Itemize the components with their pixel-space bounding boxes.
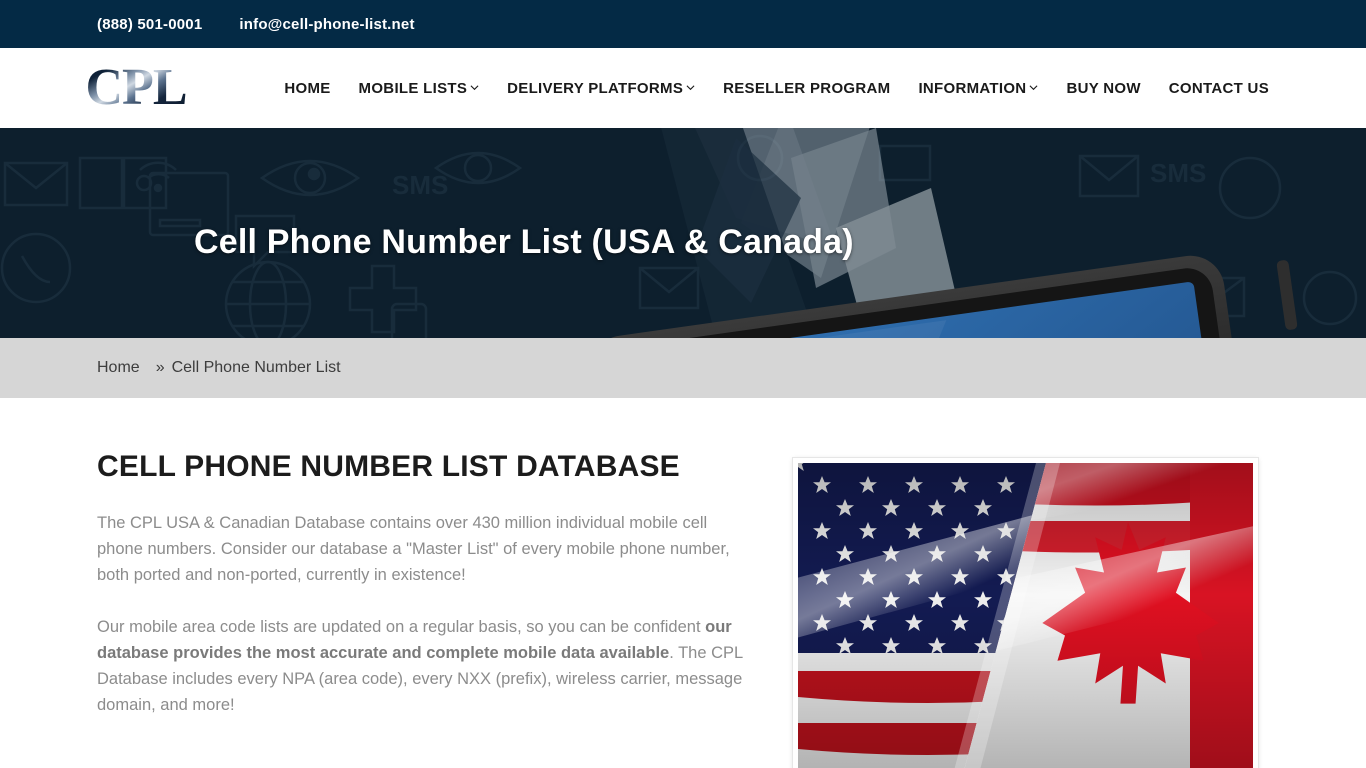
content-column-right (793, 450, 1269, 768)
nav-item-buy-now[interactable]: BUY NOW (1052, 80, 1154, 97)
chevron-down-icon (470, 83, 479, 92)
content-column-left: CELL PHONE NUMBER LIST DATABASE The CPL … (97, 450, 757, 744)
usa-canada-flag-image (798, 463, 1253, 768)
chevron-down-icon (686, 83, 695, 92)
site-header: CPL HOME MOBILE LISTS DELIVERY PLATFORMS… (0, 48, 1366, 128)
nav-item-mobile-lists[interactable]: MOBILE LISTS (345, 80, 494, 97)
email-link[interactable]: info@cell-phone-list.net (239, 16, 414, 33)
breadcrumb-separator: » (155, 359, 165, 376)
logo-link[interactable]: CPL (86, 57, 188, 119)
nav-item-label: DELIVERY PLATFORMS (507, 79, 684, 97)
nav-item-delivery-platforms[interactable]: DELIVERY PLATFORMS (493, 80, 709, 97)
breadcrumb-bar: Home » Cell Phone Number List (0, 338, 1366, 398)
chevron-down-icon (1029, 83, 1038, 92)
breadcrumb-current: Cell Phone Number List (171, 359, 341, 376)
phone-link[interactable]: (888) 501-0001 (97, 16, 202, 33)
nav-item-label: INFORMATION (918, 79, 1027, 97)
hero-content: Cell Phone Number List (USA & Canada) (97, 128, 1269, 338)
intro-paragraph-2: Our mobile area code lists are updated o… (97, 614, 757, 718)
nav-item-home[interactable]: HOME (270, 80, 344, 97)
nav-item-label: CONTACT US (1168, 79, 1269, 97)
logo-text: CPL (85, 59, 188, 116)
hero-banner: SMS SMS Cell Phone Number List (USA & Ca… (0, 128, 1366, 338)
main-content: CELL PHONE NUMBER LIST DATABASE The CPL … (0, 398, 1366, 768)
nav-item-label: MOBILE LISTS (358, 79, 468, 97)
page-title: CELL PHONE NUMBER LIST DATABASE (97, 450, 680, 483)
intro-paragraph-1: The CPL USA & Canadian Database contains… (97, 514, 730, 584)
nav-item-label: BUY NOW (1066, 79, 1141, 97)
main-navigation: HOME MOBILE LISTS DELIVERY PLATFORMS RES… (270, 80, 1269, 97)
nav-item-contact-us[interactable]: CONTACT US (1155, 80, 1269, 97)
nav-item-label: RESELLER PROGRAM (723, 79, 891, 97)
paragraph-2-text-start: Our mobile area code lists are updated o… (97, 618, 706, 636)
breadcrumb-home-link[interactable]: Home (97, 359, 140, 377)
flag-image-frame (793, 458, 1258, 768)
nav-item-label: HOME (284, 79, 331, 97)
top-utility-bar: (888) 501-0001 info@cell-phone-list.net (0, 0, 1366, 48)
nav-item-reseller-program[interactable]: RESELLER PROGRAM (709, 80, 904, 97)
nav-item-information[interactable]: INFORMATION (904, 80, 1052, 97)
hero-title: Cell Phone Number List (USA & Canada) (194, 222, 854, 261)
